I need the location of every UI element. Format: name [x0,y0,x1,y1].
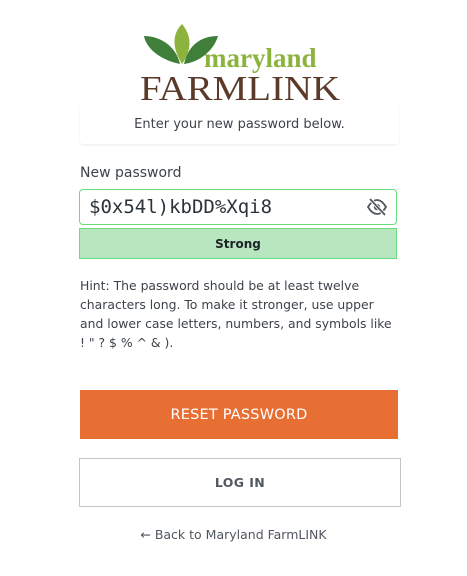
site-logo[interactable]: maryland FARMLINK [138,22,342,104]
new-password-input[interactable] [89,194,359,220]
info-message: Enter your new password below. [80,104,399,144]
password-field-wrapper [79,189,397,225]
logo-word-bottom: FARMLINK [140,69,340,104]
log-in-button[interactable]: LOG IN [79,458,401,507]
info-message-text: Enter your new password below. [134,116,345,132]
back-to-site-link[interactable]: ← Back to Maryland FarmLINK [0,527,467,542]
reset-password-button[interactable]: RESET PASSWORD [80,390,398,439]
eye-slash-icon[interactable] [366,196,388,218]
password-strength-label: Strong [215,236,261,251]
new-password-label: New password [80,165,182,181]
password-hint: Hint: The password should be at least tw… [80,278,392,350]
password-strength-meter: Strong [79,228,397,259]
